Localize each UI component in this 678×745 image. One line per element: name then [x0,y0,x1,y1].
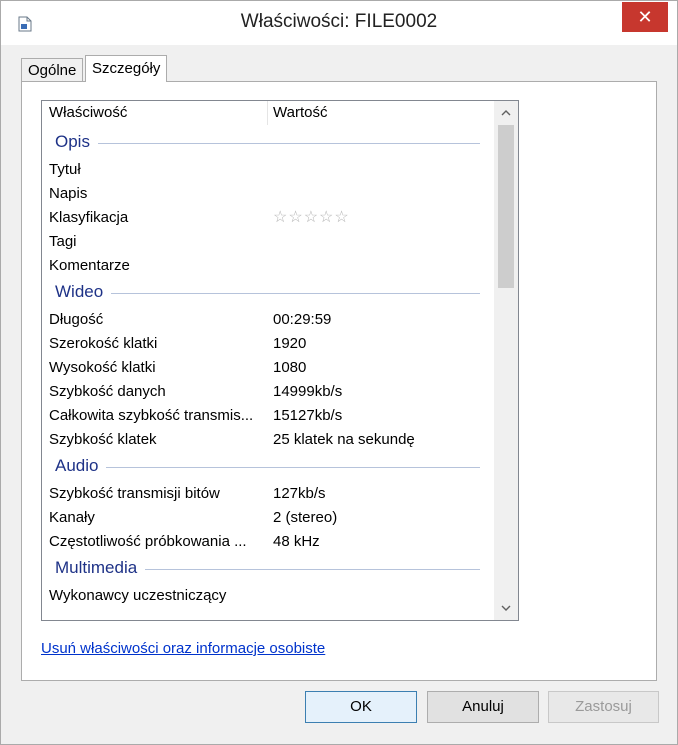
close-icon: ✕ [637,7,653,27]
group-title: Audio [55,456,107,476]
property-value: 00:29:59 [273,311,332,328]
property-value: 2 (stereo) [273,509,338,526]
tab-details[interactable]: Szczegóły [85,55,168,82]
property-name: Napis [49,185,88,202]
property-row-tags[interactable]: Tagi [42,230,494,254]
details-panel: Właściwość Wartość Opis Tytuł Napis Klas… [21,81,657,681]
scrollbar-thumb[interactable] [498,125,514,288]
properties-list[interactable]: Właściwość Wartość Opis Tytuł Napis Klas… [41,100,519,621]
group-header-wideo: Wideo [42,278,494,308]
star-outline-icon[interactable]: ☆ [334,209,349,226]
cancel-button[interactable]: Anuluj [427,691,539,723]
property-row-audio-bitrate[interactable]: Szybkość transmisji bitów 127kb/s [42,482,494,506]
column-header-property[interactable]: Właściwość [42,101,127,125]
properties-rows: Opis Tytuł Napis Klasyfikacja ☆☆☆☆☆ Tagi… [42,128,494,608]
property-value: 127kb/s [273,485,326,502]
group-title: Wideo [55,282,112,302]
group-divider [55,293,480,294]
group-title: Opis [55,132,98,152]
star-outline-icon[interactable]: ☆ [273,209,288,226]
vertical-scrollbar[interactable] [494,101,518,620]
group-divider [55,143,480,144]
property-row-length[interactable]: Długość 00:29:59 [42,308,494,332]
property-name: Wykonawcy uczestniczący [49,587,227,604]
group-title: Multimedia [55,558,146,578]
property-value: 25 klatek na sekundę [273,431,415,448]
star-outline-icon[interactable]: ☆ [304,209,319,226]
property-name: Szybkość transmisji bitów [49,485,220,502]
property-name: Tagi [49,233,77,250]
property-name: Długość [49,311,104,328]
property-row-comments[interactable]: Komentarze [42,254,494,278]
property-row-frame-width[interactable]: Szerokość klatki 1920 [42,332,494,356]
column-header-value[interactable]: Wartość [266,101,327,125]
chevron-up-icon[interactable] [494,101,518,125]
chevron-down-icon[interactable] [494,596,518,620]
group-header-multimedia: Multimedia [42,554,494,584]
property-row-sample-rate[interactable]: Częstotliwość próbkowania ... 48 kHz [42,530,494,554]
property-name: Klasyfikacja [49,209,129,226]
property-row-data-rate[interactable]: Szybkość danych 14999kb/s [42,380,494,404]
title-bar[interactable]: Właściwości: FILE0002 ✕ [1,1,677,45]
property-name: Kanały [49,509,95,526]
property-value: 14999kb/s [273,383,343,400]
group-header-opis: Opis [42,128,494,158]
apply-button[interactable]: Zastosuj [548,691,659,723]
property-name: Szybkość klatek [49,431,157,448]
remove-properties-link[interactable]: Usuń właściwości oraz informacje osobist… [41,640,325,657]
star-outline-icon[interactable]: ☆ [319,209,334,226]
star-outline-icon[interactable]: ☆ [288,209,303,226]
properties-window: Właściwości: FILE0002 ✕ Ogólne Szczegóły… [0,0,678,745]
property-row-total-bitrate[interactable]: Całkowita szybkość transmis... 15127kb/s [42,404,494,428]
property-value: 1080 [273,359,307,376]
property-value: 1920 [273,335,307,352]
group-divider [55,467,480,468]
property-name: Wysokość klatki [49,359,156,376]
property-row-rating[interactable]: Klasyfikacja ☆☆☆☆☆ [42,206,494,230]
group-header-audio: Audio [42,452,494,482]
property-name: Szerokość klatki [49,335,158,352]
property-name: Tytuł [49,161,81,178]
property-row-caption[interactable]: Napis [42,182,494,206]
close-button[interactable]: ✕ [622,2,668,32]
window-title: Właściwości: FILE0002 [240,11,438,32]
property-name: Komentarze [49,257,130,274]
property-row-title[interactable]: Tytuł [42,158,494,182]
property-row-frame-rate[interactable]: Szybkość klatek 25 klatek na sekundę [42,428,494,452]
ok-button[interactable]: OK [305,691,417,723]
property-row-frame-height[interactable]: Wysokość klatki 1080 [42,356,494,380]
property-name: Całkowita szybkość transmis... [49,407,254,424]
property-value: 48 kHz [273,533,320,550]
property-value: 15127kb/s [273,407,343,424]
property-name: Częstotliwość próbkowania ... [49,533,247,550]
tab-general[interactable]: Ogólne [21,58,84,81]
rating-stars[interactable]: ☆☆☆☆☆ [273,206,350,230]
property-row-contributing-artists[interactable]: Wykonawcy uczestniczący [42,584,494,608]
property-name: Szybkość danych [49,383,166,400]
property-row-channels[interactable]: Kanały 2 (stereo) [42,506,494,530]
list-header: Właściwość Wartość [42,101,494,125]
